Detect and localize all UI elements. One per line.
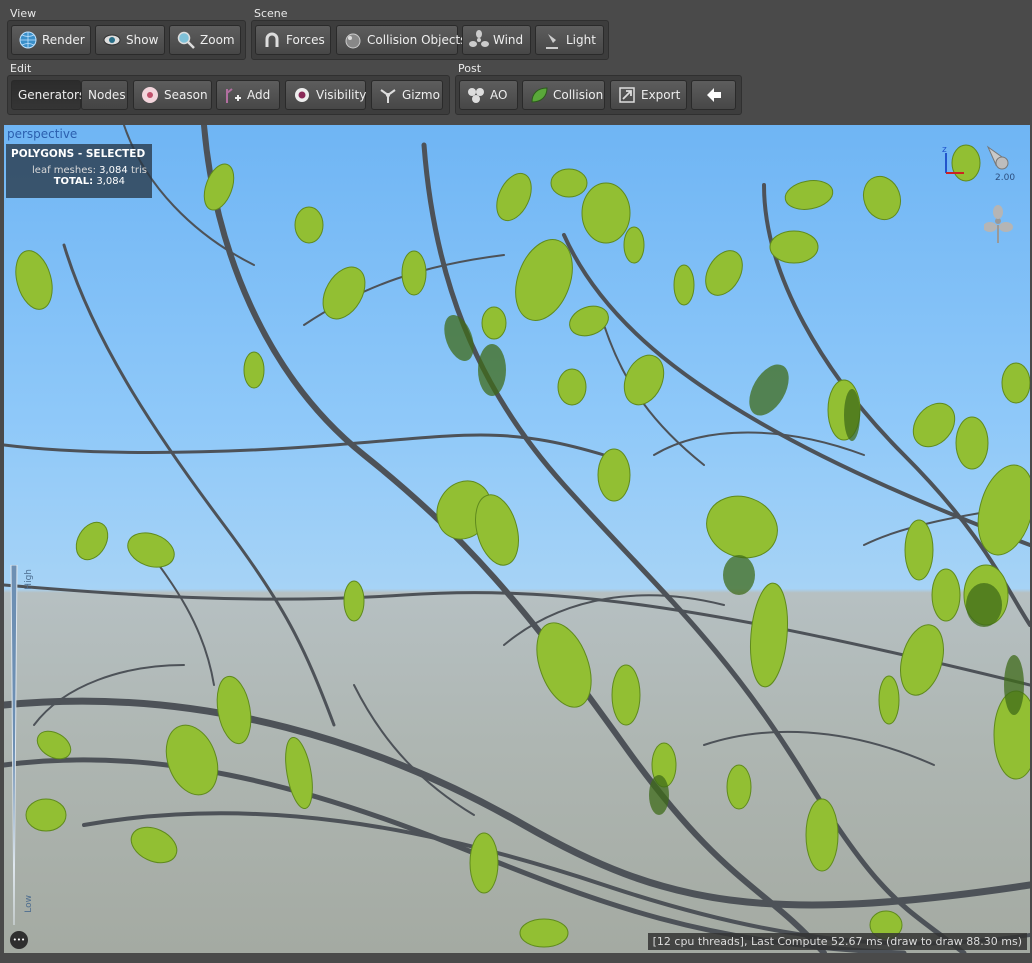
wind-label: Wind (493, 33, 524, 47)
export-button[interactable]: Export (610, 80, 687, 110)
scene-group-label: Scene (254, 7, 288, 20)
generators-label: Generators (18, 88, 86, 102)
zoom-button[interactable]: Zoom (169, 25, 241, 55)
3d-viewport[interactable]: perspective POLYGONS - SELECTED leaf mes… (4, 125, 1030, 953)
stats-leaf-unit: tris (130, 165, 147, 176)
lod-gauge-bar (10, 564, 18, 926)
visibility-label: Visibility (316, 88, 367, 102)
status-bar: [12 cpu threads], Last Compute 52.67 ms … (647, 933, 1027, 950)
visibility-button[interactable]: Visibility (285, 80, 366, 110)
ao-label: AO (490, 88, 508, 102)
light-intensity-value: 2.00 (995, 173, 1016, 183)
wind-button[interactable]: Wind (462, 25, 531, 55)
show-label: Show (126, 33, 159, 47)
visibility-eye-icon (295, 88, 309, 102)
axis-z-label: z (942, 145, 947, 155)
add-button[interactable]: Add (216, 80, 280, 110)
tree-scene (4, 125, 1030, 953)
stats-total-row: TOTAL: 3,084 (11, 176, 147, 187)
wind-fan-icon (983, 205, 1013, 243)
viewport-wind-control[interactable] (983, 205, 1018, 245)
gizmo-icon (380, 89, 396, 103)
fan-icon (469, 30, 489, 47)
stats-total-value: 3,084 (96, 176, 125, 187)
season-button[interactable]: Season (133, 80, 212, 110)
collision-button[interactable]: Collision (522, 80, 605, 110)
light-label: Light (566, 33, 596, 47)
sphere-icon (345, 33, 361, 49)
polygon-stats-panel: POLYGONS - SELECTED leaf meshes: 3,084 t… (6, 144, 152, 198)
stats-leaf-value: 3,084 (99, 165, 128, 176)
export-label: Export (641, 88, 681, 102)
nodes-tab[interactable]: Nodes (81, 80, 128, 110)
forces-button[interactable]: Forces (255, 25, 331, 55)
gizmo-label: Gizmo (402, 88, 440, 102)
forces-label: Forces (286, 33, 325, 47)
stats-leaf-label: leaf meshes: (32, 165, 96, 176)
stats-title: POLYGONS - SELECTED (11, 148, 146, 160)
nodes-label: Nodes (88, 88, 126, 102)
light-button[interactable]: Light (535, 25, 604, 55)
collision-objects-button[interactable]: Collision Objects (336, 25, 466, 55)
generators-tab[interactable]: Generators (11, 80, 85, 110)
leaf-icon (531, 87, 548, 103)
lod-high-label: High (24, 569, 34, 590)
flower-icon (142, 87, 158, 103)
show-button[interactable]: Show (95, 25, 165, 55)
render-label: Render (42, 33, 85, 47)
post-group-label: Post (458, 62, 482, 75)
lod-gauge[interactable]: High Low (10, 564, 34, 926)
collision-label: Collision (553, 88, 604, 102)
stats-total-label: TOTAL: (53, 176, 94, 187)
back-button[interactable] (691, 80, 736, 110)
add-node-icon (226, 88, 241, 103)
axis-gizmo[interactable]: z (940, 145, 970, 177)
ao-spheres-icon (468, 88, 484, 103)
zoom-label: Zoom (200, 33, 235, 47)
magnifier-icon (177, 31, 195, 49)
export-icon (619, 87, 635, 103)
add-label: Add (247, 88, 271, 102)
magnet-icon (265, 32, 279, 47)
ao-button[interactable]: AO (459, 80, 518, 110)
stats-leaf-row: leaf meshes: 3,084 tris (11, 165, 147, 176)
eye-icon (103, 34, 121, 46)
render-button[interactable]: Render (11, 25, 91, 55)
viewport-mode-label: perspective (7, 127, 78, 141)
gizmo-button[interactable]: Gizmo (371, 80, 443, 110)
viewport-light-control[interactable]: 2.00 (980, 143, 1020, 185)
view-group-label: View (10, 7, 37, 20)
more-options-button[interactable]: ••• (10, 931, 28, 949)
globe-icon (19, 31, 37, 49)
edit-group-label: Edit (10, 62, 32, 75)
arrow-left-icon (706, 88, 721, 102)
season-label: Season (164, 88, 208, 102)
spotlight-icon (546, 34, 558, 49)
collision-objects-label: Collision Objects (367, 33, 467, 47)
lod-low-label: Low (24, 895, 34, 913)
lamp-icon (986, 145, 1009, 170)
